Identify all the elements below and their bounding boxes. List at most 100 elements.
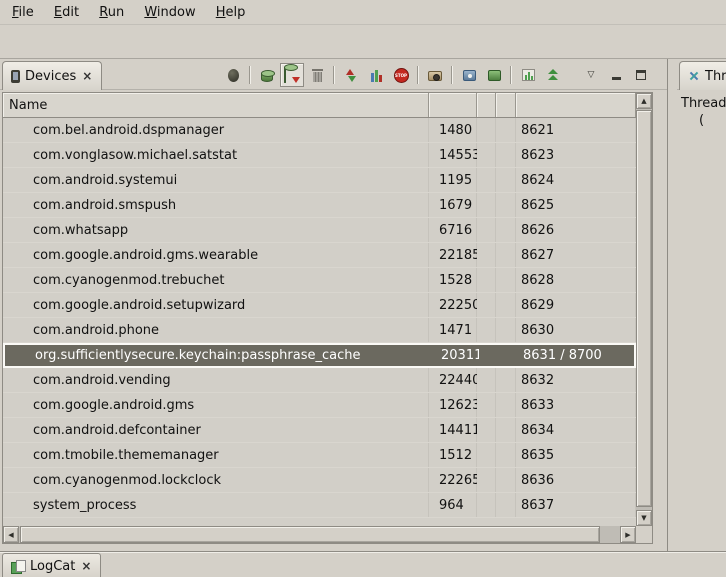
process-name: system_process [3,493,429,517]
process-name: com.cyanogenmod.trebuchet [3,268,429,292]
main-toolbar [0,25,726,59]
screen-record-icon[interactable] [457,63,481,87]
table-row[interactable]: com.cyanogenmod.lockclock 22265 8636 [3,468,636,493]
column-header-spacer1[interactable] [477,93,496,117]
devices-table: Name com.bel.android.dspmanager 1480 862… [2,92,653,544]
process-name: com.android.phone [3,318,429,342]
process-pid: 1195 [429,168,477,192]
process-pid: 12623 [429,393,477,417]
table-row[interactable]: com.whatsapp 6716 8626 [3,218,636,243]
process-spacer2 [496,118,516,142]
update-threads-icon[interactable] [339,63,363,87]
process-spacer1 [477,143,496,167]
cause-gc-icon[interactable] [305,63,329,87]
column-header-name[interactable]: Name [3,93,429,117]
process-name: com.google.android.gms.wearable [3,243,429,267]
table-row[interactable]: com.google.android.setupwizard 22250 862… [3,293,636,318]
threads-panel: Threa Thread up ( [677,59,726,551]
table-row[interactable]: system_process 964 8637 [3,493,636,518]
table-row[interactable]: com.bel.android.dspmanager 1480 8621 [3,118,636,143]
menu-item[interactable]: File [4,2,42,23]
close-icon[interactable]: × [81,69,93,83]
maximize-icon[interactable] [629,63,653,87]
process-spacer2 [496,418,516,442]
table-row[interactable]: com.android.defcontainer 14411 8634 [3,418,636,443]
view-menu-icon[interactable]: ▽ [579,63,603,87]
process-list: com.bel.android.dspmanager 1480 8621 com… [3,118,636,526]
table-row[interactable]: com.cyanogenmod.trebuchet 1528 8628 [3,268,636,293]
opengl-trace-icon[interactable] [482,63,506,87]
systrace-icon[interactable] [516,63,540,87]
menu-item[interactable]: Edit [46,2,87,23]
table-row[interactable]: com.google.android.gms 12623 8633 [3,393,636,418]
threads-tabbar: Threa [677,59,726,90]
column-header-pid[interactable] [429,93,477,117]
column-header-spacer2[interactable] [496,93,516,117]
table-row[interactable]: com.google.android.gms.wearable 22185 86… [3,243,636,268]
tab-threads[interactable]: Threa [679,61,726,90]
process-spacer2 [496,468,516,492]
table-row[interactable]: org.sufficientlysecure.keychain:passphra… [3,343,636,368]
workbench: Devices × STOP [0,59,726,551]
scroll-up-icon[interactable]: ▲ [636,93,652,109]
dump-hprof-icon[interactable] [280,63,304,87]
process-port: 8627 [516,243,636,267]
process-spacer1 [477,468,496,492]
scroll-left-icon[interactable]: ◀ [3,526,19,543]
process-spacer1 [477,168,496,192]
process-spacer2 [496,318,516,342]
table-row[interactable]: com.android.vending 22440 8632 [3,368,636,393]
process-port: 8623 [516,143,636,167]
menu-item[interactable]: Help [208,2,254,23]
process-pid: 22440 [429,368,477,392]
scroll-right-icon[interactable]: ▶ [620,526,636,543]
process-spacer2 [496,243,516,267]
table-row[interactable]: com.android.smspush 1679 8625 [3,193,636,218]
process-spacer1 [477,393,496,417]
devices-toolbar: STOP ▽ [221,62,653,88]
table-row[interactable]: com.android.systemui 1195 8624 [3,168,636,193]
column-header-port[interactable] [516,93,636,117]
process-name: com.android.defcontainer [3,418,429,442]
screen-capture-icon[interactable] [423,63,447,87]
table-row[interactable]: com.vonglasow.michael.satstat 14553 8623 [3,143,636,168]
tab-logcat[interactable]: LogCat × [2,553,101,577]
tab-devices-label: Devices [25,69,76,84]
toolbar-separator [249,66,251,84]
process-name: com.android.smspush [3,193,429,217]
table-row[interactable]: com.tmobile.thememanager 1512 8635 [3,443,636,468]
process-name: com.google.android.setupwizard [3,293,429,317]
process-port: 8631 / 8700 [518,345,636,366]
tab-threads-label: Threa [705,69,726,84]
reset-adb-icon[interactable] [541,63,565,87]
stop-process-icon[interactable]: STOP [389,63,413,87]
process-pid: 22250 [429,293,477,317]
vertical-scrollbar[interactable]: ▲ ▼ [636,93,652,526]
process-spacer1 [477,193,496,217]
close-icon[interactable]: × [80,559,92,573]
process-port: 8635 [516,443,636,467]
process-spacer1 [479,345,498,366]
vertical-scrollbar-thumb[interactable] [636,110,652,507]
process-port: 8629 [516,293,636,317]
update-heap-icon[interactable] [255,63,279,87]
menu-item[interactable]: Window [136,2,203,23]
process-port: 8634 [516,418,636,442]
minimize-icon[interactable] [604,63,628,87]
process-name: com.cyanogenmod.lockclock [3,468,429,492]
process-spacer1 [477,368,496,392]
devices-tabbar: Devices × STOP [0,59,667,90]
process-spacer2 [496,493,516,517]
scroll-down-icon[interactable]: ▼ [636,510,652,526]
start-method-profiling-icon[interactable] [364,63,388,87]
table-row[interactable]: com.android.phone 1471 8630 [3,318,636,343]
process-spacer1 [477,118,496,142]
process-pid: 20311 [431,345,479,366]
horizontal-scrollbar-thumb[interactable] [20,526,600,543]
horizontal-scrollbar[interactable]: ◀ ▶ [3,526,636,543]
tab-devices[interactable]: Devices × [2,61,102,90]
menu-item[interactable]: Run [91,2,132,23]
debug-icon[interactable] [221,63,245,87]
process-pid: 1512 [429,443,477,467]
process-spacer1 [477,418,496,442]
